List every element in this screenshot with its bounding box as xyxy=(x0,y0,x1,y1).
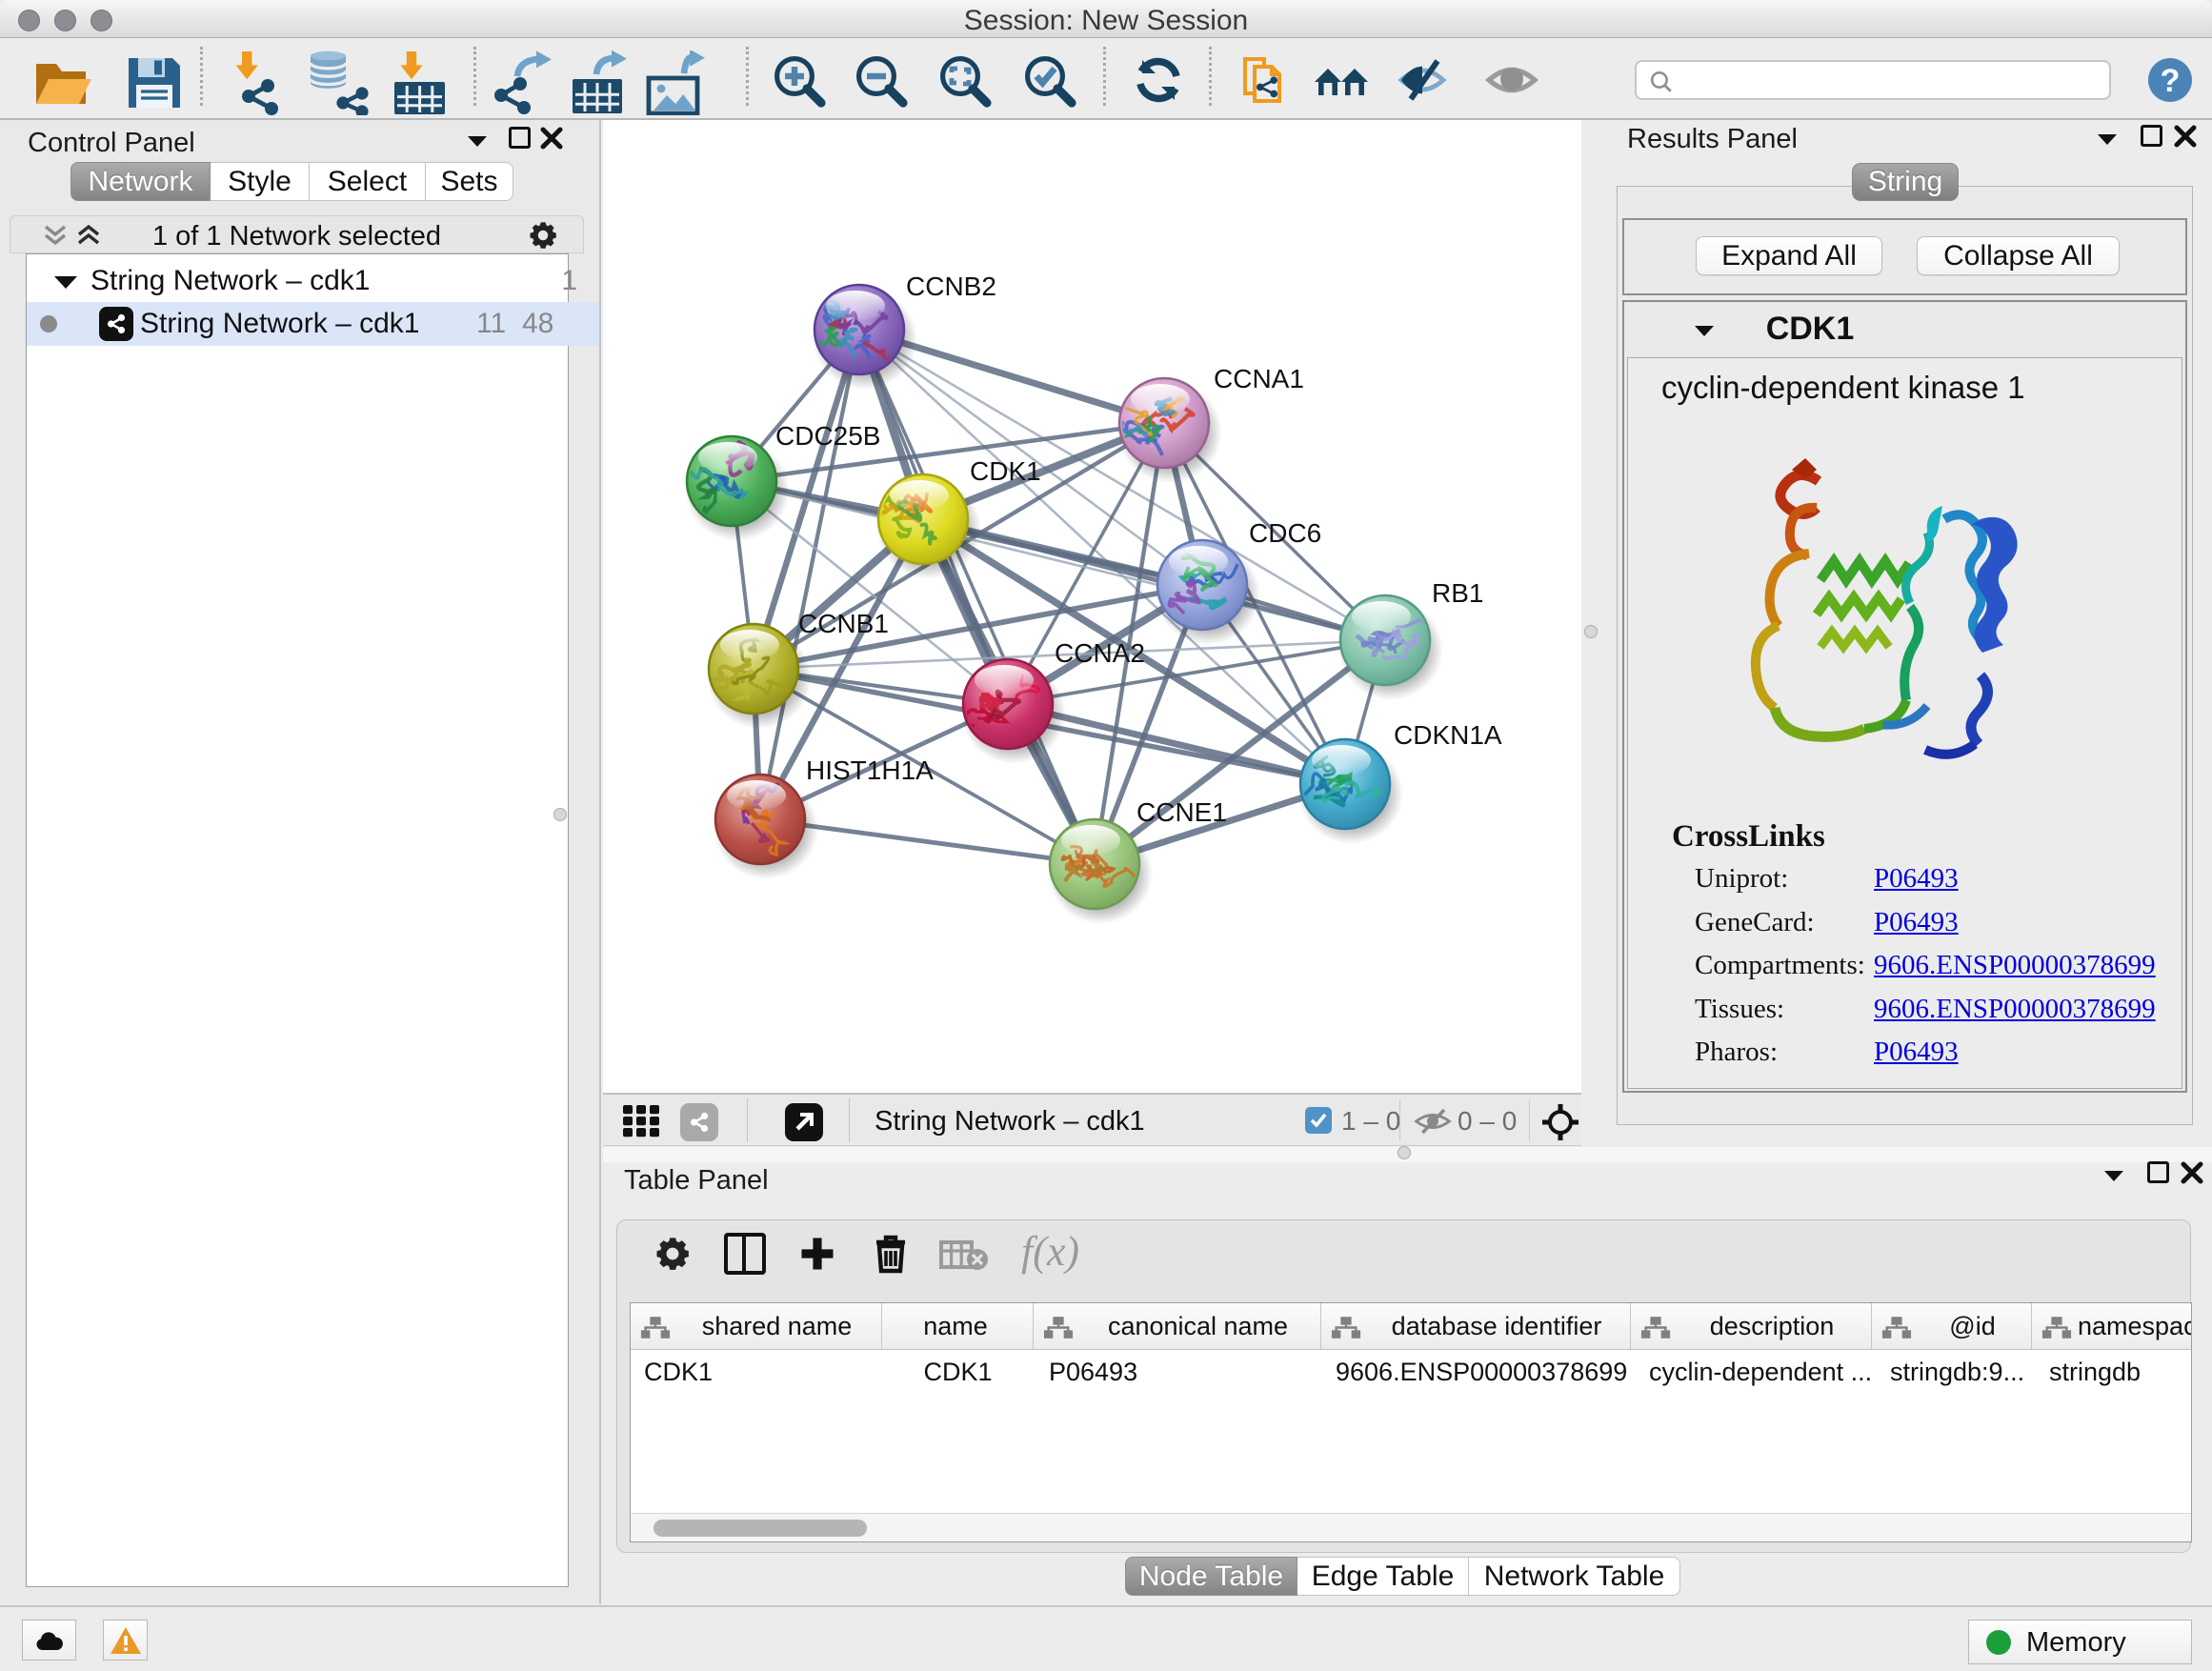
svg-text:CCNB1: CCNB1 xyxy=(798,609,889,638)
svg-text:CDKN1A: CDKN1A xyxy=(1394,720,1502,750)
svg-text:CCNB2: CCNB2 xyxy=(906,272,996,301)
svg-text:CDC25B: CDC25B xyxy=(775,421,880,451)
svg-text:CCNA1: CCNA1 xyxy=(1214,364,1304,393)
svg-text:HIST1H1A: HIST1H1A xyxy=(806,755,934,785)
svg-text:?: ? xyxy=(2161,63,2181,99)
svg-text:CCNA2: CCNA2 xyxy=(1055,638,1145,668)
svg-text:RB1: RB1 xyxy=(1432,578,1483,608)
svg-text:CDC6: CDC6 xyxy=(1249,518,1321,548)
svg-text:CCNE1: CCNE1 xyxy=(1136,797,1227,827)
svg-text:CDK1: CDK1 xyxy=(970,456,1041,486)
